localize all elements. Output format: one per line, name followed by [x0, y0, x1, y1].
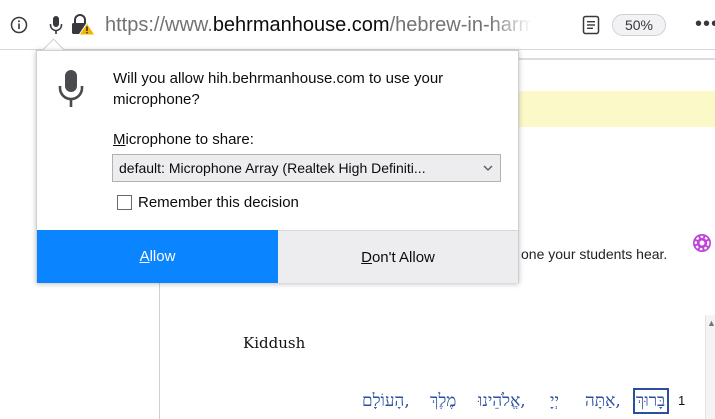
hebrew-word[interactable]: אֱלֹהֵינוּ,	[478, 391, 526, 411]
line-number: 1	[678, 393, 686, 408]
selected-device: default: Microphone Array (Realtek High …	[119, 160, 426, 176]
gear-icon[interactable]	[692, 233, 712, 253]
hebrew-word[interactable]: הָעוֹלָם,	[362, 391, 410, 411]
url-prefix: https://www.	[105, 14, 213, 36]
more-icon[interactable]: •••	[695, 13, 715, 36]
dont-allow-label: Don't Allow	[361, 249, 435, 266]
hebrew-word[interactable]: יְיָ	[550, 391, 559, 411]
share-label-text: icrophone to share:	[125, 131, 254, 148]
hebrew-word[interactable]: בָּרוּךְ	[636, 391, 665, 411]
remember-checkbox[interactable]	[117, 194, 132, 210]
chevron-down-icon	[483, 155, 493, 181]
permission-popup: Will you allow hih.behrmanhouse.com to u…	[36, 50, 519, 283]
lock-warning-icon[interactable]	[70, 14, 96, 36]
microphone-select[interactable]: default: Microphone Array (Realtek High …	[112, 154, 501, 182]
share-label-accesskey: M	[113, 131, 126, 148]
microphone-icon[interactable]	[46, 15, 66, 35]
dont-allow-button[interactable]: Don't Allow	[278, 230, 518, 283]
scroll-up-icon[interactable]: ▲	[707, 318, 715, 328]
content-left-border	[159, 280, 160, 419]
remember-decision-row[interactable]: Remember this decision	[117, 193, 299, 211]
allow-button[interactable]: Allow	[37, 230, 278, 283]
browser-toolbar: https://www.behrmanhouse.com/hebrew-in-h…	[0, 0, 715, 50]
info-icon[interactable]	[9, 15, 29, 35]
remember-label: Remember this decision	[138, 193, 299, 211]
hebrew-word[interactable]: אַתָּה,	[585, 391, 621, 411]
url-host: behrmanhouse.com	[212, 14, 390, 36]
allow-label: Allow	[139, 248, 176, 265]
reader-view-icon[interactable]	[580, 15, 602, 35]
zoom-reset-button[interactable]: 50%	[612, 14, 666, 36]
microphone-icon	[58, 68, 84, 108]
hebrew-text-line: בָּרוּךְ אַתָּה, יְיָ אֱלֹהֵינוּ, מֶלֶךְ…	[360, 388, 690, 416]
url-fade	[490, 10, 532, 40]
hebrew-word[interactable]: מֶלֶךְ	[430, 391, 456, 411]
section-title: Kiddush	[243, 334, 306, 352]
url-field[interactable]: https://www.behrmanhouse.com/hebrew-in-h…	[105, 13, 531, 37]
share-label: Microphone to share:	[113, 131, 254, 148]
permission-message: Will you allow hih.behrmanhouse.com to u…	[113, 70, 444, 108]
scrollbar[interactable]	[705, 315, 715, 419]
instruction-text: one your students hear.	[521, 246, 668, 262]
